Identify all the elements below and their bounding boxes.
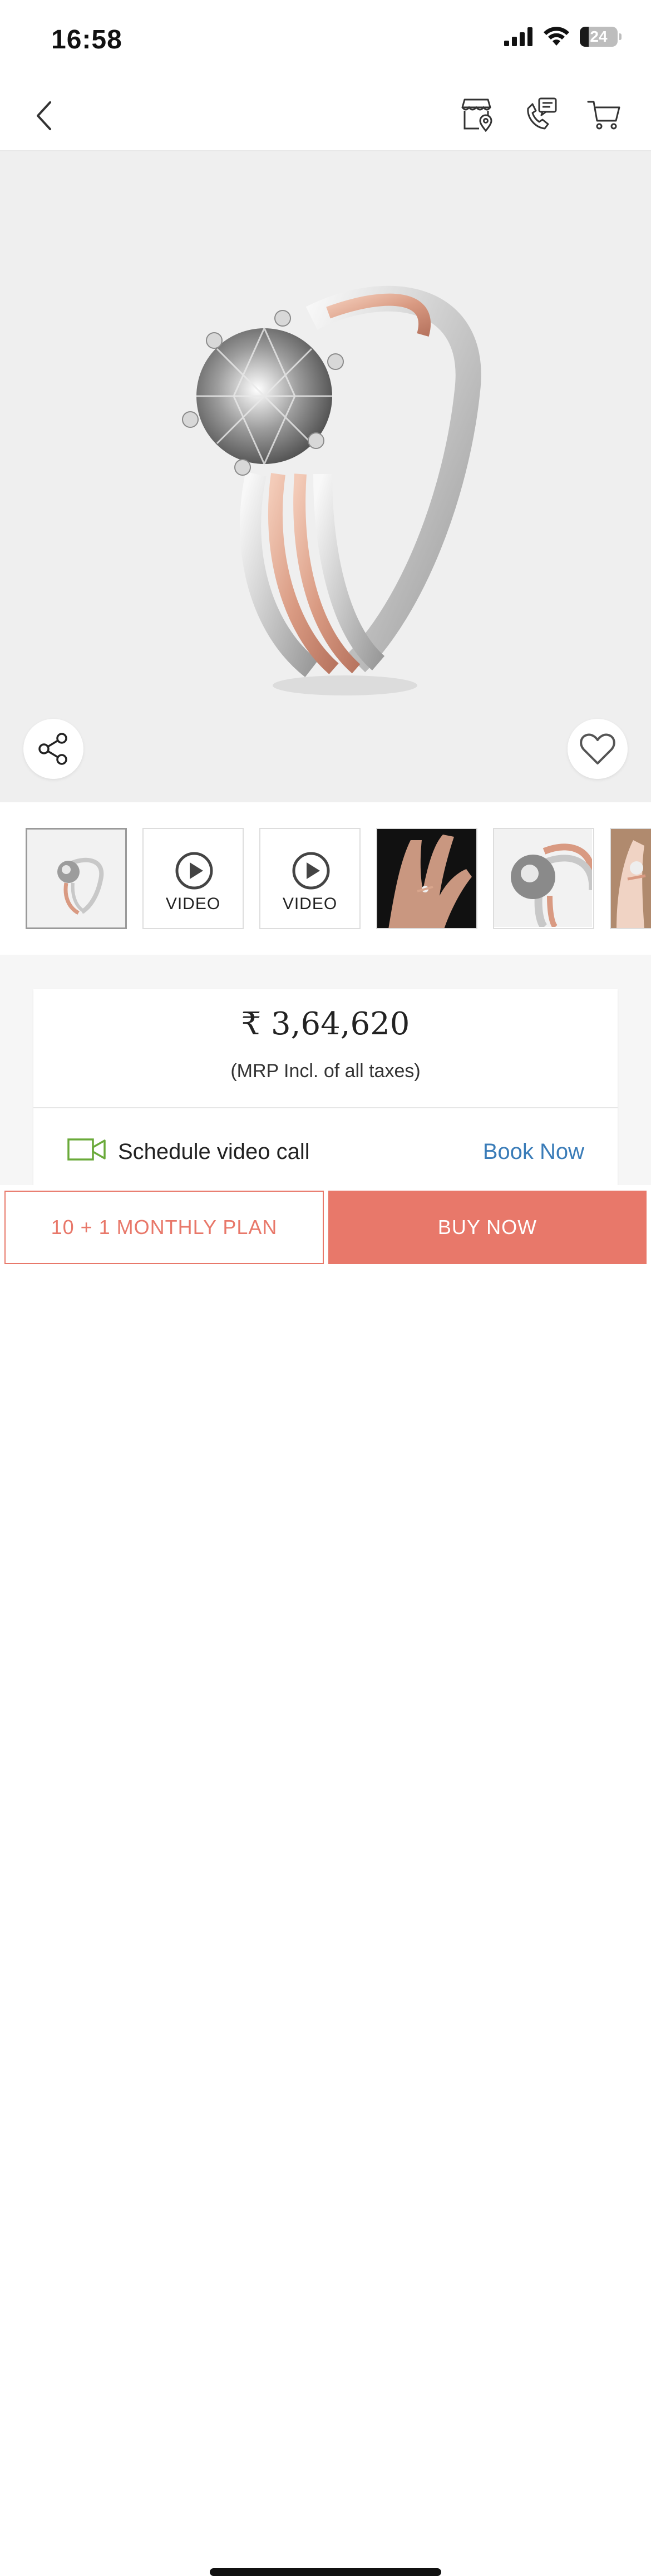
cart-icon bbox=[587, 101, 620, 130]
phone-chat-icon bbox=[527, 97, 557, 130]
monthly-plan-button[interactable]: 10 + 1 MONTHLY PLAN bbox=[4, 1191, 324, 1264]
thumbnail-video[interactable]: VIDEO bbox=[142, 828, 244, 929]
schedule-video-call-row[interactable]: Schedule video call Book Now bbox=[33, 1108, 618, 1197]
status-bar: 16:58 24 bbox=[0, 0, 651, 78]
video-camera-icon bbox=[67, 1138, 106, 1161]
heart-icon bbox=[580, 733, 615, 764]
video-label: VIDEO bbox=[165, 895, 221, 913]
price-section: ₹ 3,64,620 (MRP Incl. of all taxes) Sche… bbox=[0, 955, 651, 1212]
nav-actions bbox=[457, 95, 623, 134]
ring-illustration bbox=[182, 285, 481, 695]
share-icon bbox=[38, 733, 67, 765]
share-button[interactable] bbox=[23, 719, 83, 779]
hand-ring-thumbnail bbox=[611, 829, 651, 928]
mrp-note: (MRP Incl. of all taxes) bbox=[230, 1060, 421, 1082]
battery-icon: 24 bbox=[580, 27, 622, 47]
product-hero-image[interactable] bbox=[0, 151, 651, 802]
store-locator-button[interactable] bbox=[457, 95, 496, 134]
thumbnail-image[interactable] bbox=[376, 828, 477, 929]
status-icons: 24 bbox=[504, 27, 622, 47]
battery-level: 24 bbox=[590, 28, 608, 45]
thumbnail-image[interactable] bbox=[610, 828, 651, 929]
home-indicator[interactable] bbox=[210, 2568, 441, 2576]
store-locator-icon bbox=[461, 98, 492, 132]
status-time: 16:58 bbox=[51, 25, 122, 55]
wifi-icon bbox=[544, 27, 569, 46]
video-call-label: Schedule video call bbox=[118, 1139, 310, 1164]
book-now-link[interactable]: Book Now bbox=[483, 1139, 584, 1164]
cart-button[interactable] bbox=[584, 95, 623, 134]
video-label: VIDEO bbox=[282, 895, 338, 913]
ring-thumbnail bbox=[27, 830, 125, 927]
thumbnail-image[interactable] bbox=[493, 828, 594, 929]
play-icon bbox=[175, 852, 213, 890]
buy-now-button[interactable]: BUY NOW bbox=[328, 1191, 647, 1264]
back-chevron-icon bbox=[37, 101, 51, 130]
gallery-thumbnails: VIDEO VIDEO bbox=[0, 802, 651, 955]
thumbnail-video[interactable]: VIDEO bbox=[259, 828, 361, 929]
diamond-closeup-thumbnail bbox=[494, 829, 593, 928]
wishlist-button[interactable] bbox=[568, 719, 628, 779]
back-button[interactable] bbox=[31, 99, 59, 132]
product-price: ₹ 3,64,620 bbox=[241, 1006, 410, 1042]
bottom-action-bar: 10 + 1 MONTHLY PLAN BUY NOW bbox=[0, 1185, 651, 2576]
play-icon bbox=[292, 852, 330, 890]
price-card: ₹ 3,64,620 (MRP Incl. of all taxes) Sche… bbox=[33, 989, 618, 1212]
signal-icon bbox=[504, 27, 532, 46]
thumbnail-image[interactable] bbox=[26, 828, 127, 929]
contact-button[interactable] bbox=[521, 95, 560, 134]
top-nav bbox=[0, 78, 651, 151]
hand-thumbnail bbox=[377, 829, 476, 928]
